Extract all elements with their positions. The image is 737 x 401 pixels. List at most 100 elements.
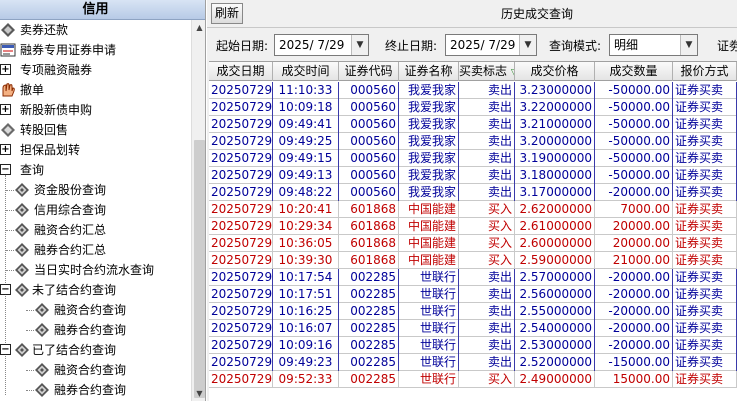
tree-item[interactable]: 融券专用证券申请	[0, 40, 190, 60]
tree-item[interactable]: 当日实时合约流水查询	[0, 260, 190, 280]
tree-item[interactable]: 融券合约汇总	[0, 240, 190, 260]
table-row[interactable]: 20250729 09:48:22 000560 我爱我家 卖出 3.17000000 -2…	[209, 184, 737, 201]
table-cell: 证券买卖	[673, 184, 737, 201]
tree-item[interactable]: 融资合约查询	[0, 360, 190, 380]
table-cell: 10:17:54	[273, 269, 339, 286]
expand-plus-icon[interactable]: +	[0, 144, 11, 155]
table-cell: 3.21000000	[515, 116, 595, 133]
start-date-picker[interactable]: 2025/ 7/29 ▼	[274, 34, 369, 56]
table-row[interactable]: 20250729 09:49:13 000560 我爱我家 卖出 3.18000000 -5…	[209, 167, 737, 184]
table-row[interactable]: 20250729 10:09:16 002285 世联行 卖出 2.53000000 -20…	[209, 337, 737, 354]
table-cell: 000560	[339, 133, 399, 150]
table-cell: 10:29:34	[273, 218, 339, 235]
scroll-up-arrow-icon[interactable]: ▲	[193, 21, 205, 34]
query-mode-select[interactable]: 明细 ▼	[609, 34, 698, 56]
query-node-icon	[14, 242, 30, 258]
table-row[interactable]: 20250729 09:49:15 000560 我爱我家 卖出 3.19000000 -5…	[209, 150, 737, 167]
table-cell: -20000.00	[595, 286, 673, 303]
tree-item[interactable]: + 新股新债申购	[0, 100, 190, 120]
tree-item[interactable]: 融资合约汇总	[0, 220, 190, 240]
tree-item[interactable]: − 查询	[0, 160, 190, 180]
end-date-picker[interactable]: 2025/ 7/29 ▼	[445, 34, 537, 56]
table-row[interactable]: 20250729 10:17:51 002285 世联行 卖出 2.56000000 -20…	[209, 286, 737, 303]
table-cell: 20000.00	[595, 218, 673, 235]
application-form-icon	[0, 42, 16, 58]
table-cell: 买入	[459, 252, 515, 269]
tree-item[interactable]: 融券合约查询	[0, 320, 190, 340]
query-node-icon	[14, 262, 30, 278]
table-row[interactable]: 20250729 09:49:25 000560 我爱我家 卖出 3.20000000 -5…	[209, 133, 737, 150]
collapse-minus-icon[interactable]: −	[0, 344, 11, 355]
table-cell: 证券买卖	[673, 371, 737, 388]
collapse-minus-icon[interactable]: −	[0, 284, 11, 295]
table-row[interactable]: 20250729 10:29:34 601868 中国能建 买入 2.61000000 20…	[209, 218, 737, 235]
column-header[interactable]: 买卖标志 ▽	[459, 62, 515, 81]
chevron-down-icon[interactable]: ▼	[680, 35, 697, 55]
expand-plus-icon[interactable]: +	[0, 64, 11, 75]
tree-item[interactable]: 资金股份查询	[0, 180, 190, 200]
tree-item[interactable]: 融资合约查询	[0, 300, 190, 320]
tree-item[interactable]: + 担保品划转	[0, 140, 190, 160]
table-row[interactable]: 20250729 09:49:41 000560 我爱我家 卖出 3.21000000 -5…	[209, 116, 737, 133]
expand-plus-icon[interactable]: +	[0, 104, 11, 115]
table-cell: 世联行	[399, 269, 459, 286]
table-cell: 10:09:18	[273, 99, 339, 116]
tree-item[interactable]: − 未了结合约查询	[0, 280, 190, 300]
collapse-minus-icon[interactable]: −	[0, 164, 11, 175]
table-cell: -50000.00	[595, 116, 673, 133]
tree-item[interactable]: 卖券还款	[0, 20, 190, 40]
left-nav-panel: 信用 卖券还款 融券专用证券申请 + 专项融资融券 撤单 + 新股新债申购 转股回售 + 担保品划…	[0, 0, 206, 401]
table-cell: 20250729	[211, 252, 273, 269]
tree-item[interactable]: − 已了结合约查询	[0, 340, 190, 360]
column-header[interactable]: 成交价格	[515, 62, 595, 81]
chevron-down-icon[interactable]: ▼	[351, 35, 368, 55]
table-row[interactable]: 20250729 11:10:33 000560 我爱我家 卖出 3.23000000 -5…	[209, 82, 737, 99]
table-row[interactable]: 20250729 10:09:18 000560 我爱我家 卖出 3.22000000 -5…	[209, 99, 737, 116]
table-cell: 3.19000000	[515, 150, 595, 167]
table-row[interactable]: 20250729 10:36:05 601868 中国能建 买入 2.60000000 20…	[209, 235, 737, 252]
table-cell: 证券买卖	[673, 303, 737, 320]
table-cell: -15000.00	[595, 354, 673, 371]
column-header[interactable]: 报价方式	[673, 62, 737, 81]
table-row[interactable]: 20250729 10:20:41 601868 中国能建 买入 2.62000000 70…	[209, 201, 737, 218]
tree-item[interactable]: 转股回售	[0, 120, 190, 140]
tree-item-label: 撤单	[20, 83, 45, 97]
query-node-icon	[34, 302, 50, 318]
table-row[interactable]: 20250729 09:52:33 002285 世联行 买入 2.49000000 150…	[209, 371, 737, 388]
column-header[interactable]: 成交日期	[209, 62, 273, 81]
column-header[interactable]: 成交时间	[273, 62, 339, 81]
table-row[interactable]: 20250729 10:16:25 002285 世联行 卖出 2.55000000 -20…	[209, 303, 737, 320]
tree-item-label: 融资合约查询	[54, 363, 127, 377]
scrollbar-thumb[interactable]	[194, 140, 205, 398]
end-date-label: 终止日期:	[385, 39, 438, 53]
tree-item[interactable]: 信用综合查询	[0, 200, 190, 220]
table-cell: 20250729	[211, 354, 273, 371]
table-cell: 601868	[339, 218, 399, 235]
tree-item[interactable]: + 专项融资融券	[0, 60, 190, 80]
table-row[interactable]: 20250729 09:49:23 002285 世联行 卖出 2.52000000 -15…	[209, 354, 737, 371]
column-header[interactable]: 证券名称	[399, 62, 459, 81]
table-cell: 证券买卖	[673, 99, 737, 116]
table-cell: 卖出	[459, 354, 515, 371]
refresh-button[interactable]: 刷新	[211, 3, 243, 24]
tree-item-label: 新股新债申购	[20, 103, 93, 117]
nav-scrollbar[interactable]: ▲ ▼	[191, 20, 205, 401]
chevron-down-icon[interactable]: ▼	[519, 35, 536, 55]
tree-item-label: 资金股份查询	[34, 183, 107, 197]
table-cell: -50000.00	[595, 82, 673, 99]
table-row[interactable]: 20250729 10:39:30 601868 中国能建 买入 2.59000000 21…	[209, 252, 737, 269]
table-cell: 601868	[339, 201, 399, 218]
table-row[interactable]: 20250729 10:17:54 002285 世联行 卖出 2.57000000 -20…	[209, 269, 737, 286]
table-cell: 世联行	[399, 320, 459, 337]
scroll-down-arrow-icon[interactable]: ▼	[193, 387, 205, 400]
tree-item-label: 信用综合查询	[34, 203, 107, 217]
table-cell: 证券买卖	[673, 337, 737, 354]
column-header-label: 证券名称	[404, 64, 453, 78]
tree-item[interactable]: 融券合约查询	[0, 380, 190, 400]
table-row[interactable]: 20250729 10:16:07 002285 世联行 卖出 2.54000000 -20…	[209, 320, 737, 337]
tree-item[interactable]: 撤单	[0, 80, 190, 100]
table-cell: 15000.00	[595, 371, 673, 388]
column-header[interactable]: 成交数量	[595, 62, 673, 81]
table-cell: 证券买卖	[673, 235, 737, 252]
column-header[interactable]: 证券代码	[339, 62, 399, 81]
